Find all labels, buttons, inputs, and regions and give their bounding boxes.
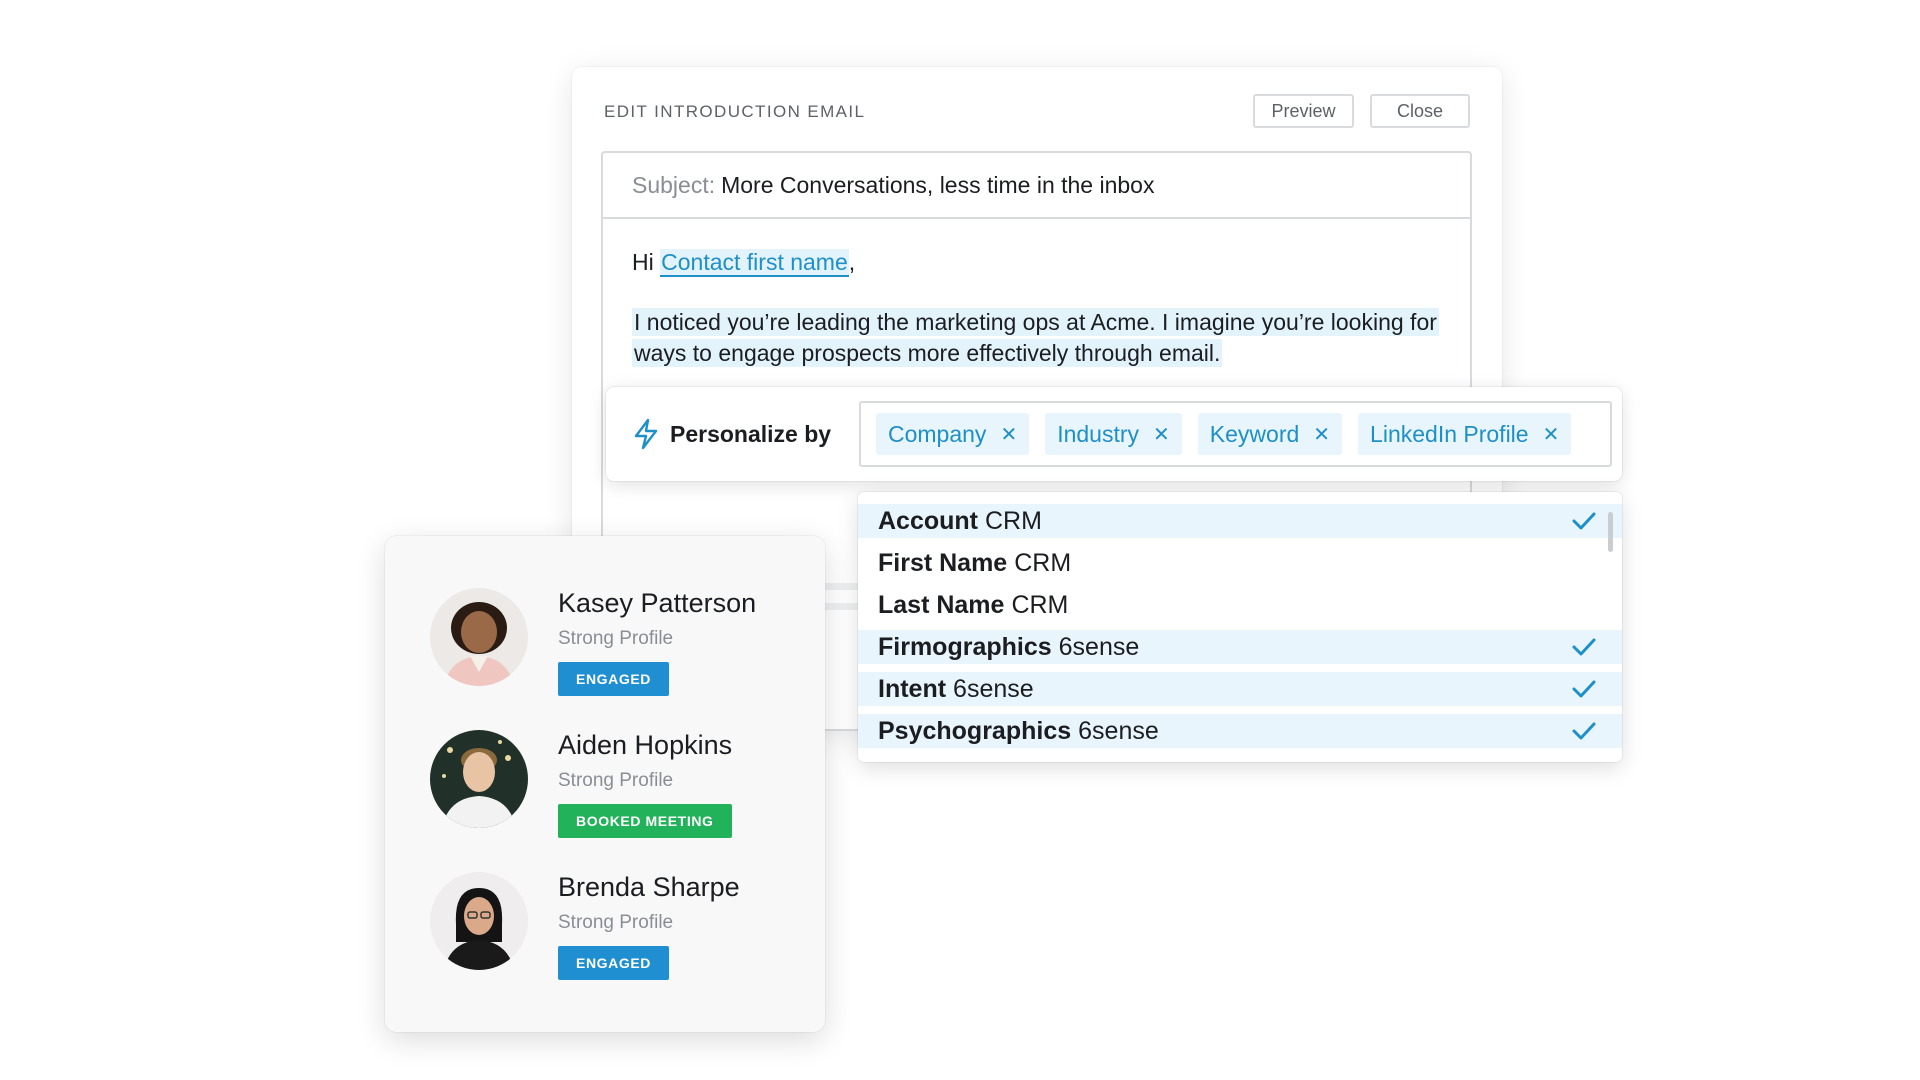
greeting-line: Hi Contact first name,: [632, 247, 1441, 278]
body-paragraph[interactable]: I noticed you’re leading the marketing o…: [632, 307, 1441, 369]
contact-name[interactable]: Kasey Patterson: [558, 588, 756, 619]
option-source: CRM: [1011, 590, 1069, 619]
checkmark-icon: [1572, 512, 1596, 530]
contact-first-name-token[interactable]: Contact first name: [660, 249, 849, 277]
personalize-tag[interactable]: Keyword ✕: [1197, 413, 1343, 455]
contact-name[interactable]: Aiden Hopkins: [558, 730, 732, 761]
status-badge: BOOKED MEETING: [558, 804, 732, 838]
lightning-bolt-icon: [634, 418, 658, 450]
contact-name[interactable]: Brenda Sharpe: [558, 872, 740, 903]
option-source: 6sense: [953, 674, 1034, 703]
checkmark-icon: [1572, 722, 1596, 740]
option-text: First Name CRM: [878, 549, 1071, 578]
dropdown-option[interactable]: Account CRM: [858, 504, 1622, 538]
option-name: Intent: [878, 674, 947, 703]
remove-tag-icon[interactable]: ✕: [1543, 422, 1560, 447]
remove-tag-icon[interactable]: ✕: [1153, 422, 1170, 447]
dropdown-option[interactable]: Firmographics 6sense: [858, 630, 1622, 664]
contact-profile-strength: Strong Profile: [558, 912, 674, 933]
option-text: Intent 6sense: [878, 675, 1034, 704]
personalized-text[interactable]: I noticed you’re leading the marketing o…: [632, 308, 1439, 367]
personalize-tags-input[interactable]: Company ✕ Industry ✕ Keyword ✕ LinkedIn Profil…: [859, 401, 1612, 467]
personalize-tag-label: LinkedIn Profile: [1370, 420, 1529, 447]
option-name: Account: [878, 506, 978, 535]
close-button[interactable]: Close: [1370, 94, 1470, 128]
panel-title: EDIT INTRODUCTION EMAIL: [604, 102, 866, 121]
option-name: First Name: [878, 548, 1008, 577]
avatar: [430, 730, 528, 828]
option-source: CRM: [985, 506, 1042, 535]
status-badge: ENGAGED: [558, 946, 669, 980]
preview-button[interactable]: Preview: [1253, 94, 1354, 128]
personalize-tag-label: Industry: [1057, 420, 1140, 447]
dropdown-option[interactable]: Last Name CRM: [858, 588, 1622, 622]
remove-tag-icon[interactable]: ✕: [1313, 422, 1330, 447]
personalize-label-group: Personalize by: [632, 387, 831, 481]
personalize-tag-label: Keyword: [1209, 420, 1300, 447]
option-text: Account CRM: [878, 507, 1042, 536]
contact-item[interactable]: Kasey Patterson Strong Profile ENGAGED: [430, 588, 810, 708]
personalize-tag-label: Company: [888, 420, 987, 447]
status-badge: ENGAGED: [558, 662, 669, 696]
avatar: [430, 588, 528, 686]
option-name: Last Name: [878, 590, 1005, 619]
option-name: Psychographics: [878, 716, 1072, 745]
checkmark-icon: [1572, 680, 1596, 698]
checkmark-icon: [1572, 638, 1596, 656]
personalize-tag[interactable]: LinkedIn Profile ✕: [1358, 413, 1572, 455]
option-source: 6sense: [1078, 716, 1159, 745]
contact-profile-strength: Strong Profile: [558, 628, 674, 649]
email-body[interactable]: Hi Contact first name, I noticed you’re …: [603, 219, 1470, 369]
dropdown-scrollbar[interactable]: [1608, 512, 1613, 552]
personalize-bar: Personalize by Company ✕ Industry ✕ Keyword ✕…: [606, 387, 1622, 481]
contact-profile-strength: Strong Profile: [558, 770, 674, 791]
dropdown-option[interactable]: First Name CRM: [858, 546, 1622, 580]
personalize-label: Personalize by: [670, 420, 832, 447]
subject-label: Subject:: [632, 171, 716, 198]
dropdown-option[interactable]: Psychographics 6sense: [858, 714, 1622, 748]
option-source: 6sense: [1058, 632, 1140, 661]
avatar: [430, 872, 528, 970]
remove-tag-icon[interactable]: ✕: [1000, 422, 1017, 447]
dropdown-option[interactable]: Intent 6sense: [858, 672, 1622, 706]
contacts-card: Kasey Patterson Strong Profile ENGAGED A…: [385, 536, 825, 1032]
personalize-tag[interactable]: Industry ✕: [1045, 413, 1182, 455]
subject-field[interactable]: Subject: More Conversations, less time i…: [603, 153, 1470, 219]
greeting-suffix: ,: [848, 249, 856, 275]
option-source: CRM: [1014, 548, 1072, 577]
contact-item[interactable]: Aiden Hopkins Strong Profile BOOKED MEET…: [430, 730, 810, 850]
greeting-prefix: Hi: [632, 249, 654, 275]
contact-item[interactable]: Brenda Sharpe Strong Profile ENGAGED: [430, 872, 810, 992]
option-text: Last Name CRM: [878, 591, 1068, 620]
personalize-options-dropdown[interactable]: Account CRM First Name CRM Last Name CRM Firmo…: [858, 492, 1622, 762]
option-text: Psychographics 6sense: [878, 717, 1159, 746]
personalize-tag[interactable]: Company ✕: [876, 413, 1030, 455]
option-text: Firmographics 6sense: [878, 633, 1139, 662]
subject-value[interactable]: More Conversations, less time in the inb…: [721, 172, 1154, 199]
option-name: Firmographics: [878, 632, 1052, 661]
